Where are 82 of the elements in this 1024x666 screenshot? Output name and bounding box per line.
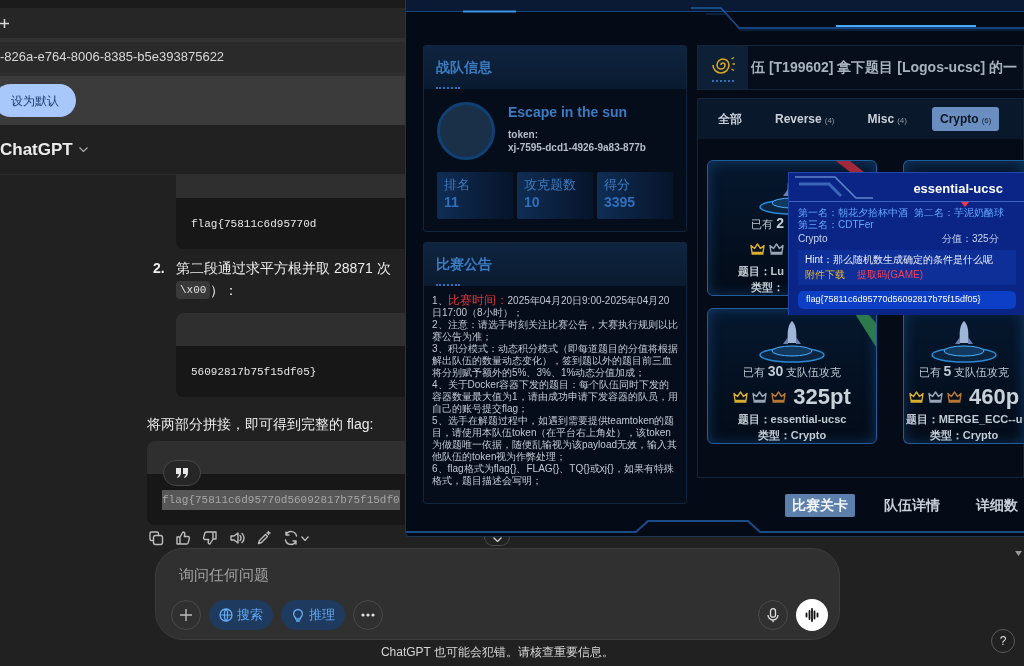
model-selector[interactable]: ChatGPT: [0, 136, 88, 163]
microphone-icon: [766, 607, 780, 623]
challenge-type: 类型：Crypto: [757, 428, 827, 442]
notice-item: 4、关于Docker容器下发的题目：每个队伍同时下发的容器数量最大值为1，请由成功申请下发容器的队员，用自己的账号提交flag；: [432, 379, 678, 415]
nav-tab[interactable]: 比赛关卡: [785, 494, 855, 517]
category-tab[interactable]: 全部: [710, 107, 750, 131]
card-title: 比赛公告: [436, 255, 493, 273]
nav-tab[interactable]: 详细数: [969, 494, 1024, 517]
category-tab[interactable]: Misc (4): [859, 107, 915, 131]
message-text: 将两部分拼接，即可得到完整的 flag:: [147, 415, 374, 434]
refresh-icon[interactable]: [283, 530, 299, 546]
challenge-name: 题目：Lu: [737, 264, 784, 278]
code-text: 56092817b75f15df05}: [191, 364, 317, 380]
notice-item: 2、注意：请选手时刻关注比赛公告，大赛执行规则以比赛公告为准；: [432, 319, 678, 343]
quote-icon: [176, 468, 188, 478]
extract-code: 提取码(GAME): [857, 269, 924, 281]
rank-entry: 第二名：芋泥奶酪球: [914, 207, 1004, 219]
token-label: token:: [508, 129, 539, 141]
conversation-id: -826a-e764-8006-8385-b5e393875622: [0, 48, 225, 67]
help-button[interactable]: ?: [991, 629, 1015, 653]
popup-title: essential-ucsc: [913, 181, 1003, 197]
team-token: xj-7595-dcd1-4926-9a83-877b: [508, 141, 646, 155]
notice-item: 3、积分模式：动态积分模式（即每道题目的分值将根据解出队伍的数量动态变化），签到题以外的题目前三血将分别赋予额外的5%、3%、1%动态分值加成；: [432, 343, 678, 379]
challenge-type: 类型：: [751, 280, 784, 294]
copy-icon[interactable]: [148, 530, 164, 546]
lightbulb-icon: [291, 608, 305, 622]
voice-mode-button[interactable]: [796, 599, 828, 631]
composer[interactable]: 询问任何问题 搜索 推理: [155, 548, 840, 640]
team-name: Escape in the sun: [508, 103, 629, 121]
hint-text: Hint：那么随机数生成确定的条件是什么呢: [805, 254, 994, 266]
category-tab[interactable]: Reverse (4): [767, 107, 843, 131]
stat-value: 10: [524, 193, 541, 211]
stat-label: 排名: [444, 176, 471, 193]
solved-count: 已有 30 支队伍攻克: [742, 364, 842, 379]
pencil-sparkle-icon[interactable]: [256, 530, 272, 546]
disclaimer: ChatGPT 也可能会犯错。请核查重要信息。: [379, 645, 616, 659]
solved-count: 已有 2: [751, 216, 784, 231]
tool-button[interactable]: 推理: [281, 600, 345, 630]
rank-entry: 第三名：CDTFer: [798, 219, 874, 231]
more-icon: [361, 613, 375, 617]
triangle-marker-icon: [961, 202, 969, 207]
flag-bar: flag{75811c6d95770d56092817b75f15df05}: [798, 291, 1016, 309]
stat-label: 攻克题数: [524, 176, 577, 193]
chevron-down-icon: [78, 147, 88, 152]
notice-item: 6、flag格式为flag{}、FLAG{}、TQ{}或xj{}，如果有特殊格式，题目描述会写明；: [432, 463, 675, 487]
download-link[interactable]: 附件下载: [805, 269, 845, 281]
thumbs-up-icon[interactable]: [175, 530, 191, 546]
globe-icon: [219, 608, 233, 622]
stat-label: 得分: [604, 176, 631, 193]
triangle-icon[interactable]: [1015, 551, 1022, 556]
list-number: 2.: [152, 259, 166, 278]
set-default-button[interactable]: 设为默认: [0, 84, 76, 117]
list-text: ）：: [210, 280, 239, 300]
nav-tab[interactable]: 队伍详情: [877, 494, 947, 517]
speaker-icon[interactable]: [229, 530, 245, 546]
challenge-type: 类型：Crypto: [929, 428, 999, 442]
feed-message: 伍 [T199602] 拿下题目 [Logos-ucsc] 的一: [751, 58, 1018, 77]
challenge-name: 题目：essential-ucsc: [737, 412, 847, 426]
stat-value: 3395: [604, 193, 637, 211]
chevron-down-icon[interactable]: [301, 535, 309, 541]
challenge-name: 题目：MERGE_ECC--u: [905, 412, 1023, 426]
tool-button[interactable]: 搜索: [209, 600, 273, 630]
popup-category: Crypto: [798, 232, 829, 245]
notice-item: 1、比赛时间：2025年04月20日9:00-2025年04月20日17:00（8小时）；: [432, 294, 671, 319]
popup-points: 分值：325分: [942, 232, 999, 245]
plus-icon: [179, 608, 193, 622]
card-title: 战队信息: [436, 58, 493, 76]
thumbs-down-icon[interactable]: [202, 530, 218, 546]
waveform-icon: [805, 608, 819, 622]
list-text: 第二段通过求平方根并取 28871 次: [176, 259, 391, 278]
code-text: flag{75811c6d95770d: [191, 216, 317, 232]
stat-value: 11: [444, 193, 460, 211]
solved-count: 已有 5 支队伍攻克: [918, 364, 1010, 379]
category-tab[interactable]: Crypto (6): [931, 107, 1000, 131]
code-text: flag{75811c6d95770d56092817b75f15df0: [162, 489, 400, 510]
inline-code: \x00: [176, 281, 211, 299]
plus-icon[interactable]: [0, 18, 9, 28]
rank-entry: 第一名：朝花夕拾杯中酒: [798, 207, 908, 219]
notice-item: 5、选手在解题过程中，如遇到需要提供teamtoken的题目，请使用本队伍token（在平台右上角处），该token为做题唯一依据，随便乱输视为该payload无效，输入其他队伍的token视为作弊处理；: [432, 415, 678, 463]
team-avatar: [437, 102, 495, 160]
points: 460p: [968, 385, 1020, 409]
points: 325pt: [793, 385, 851, 409]
